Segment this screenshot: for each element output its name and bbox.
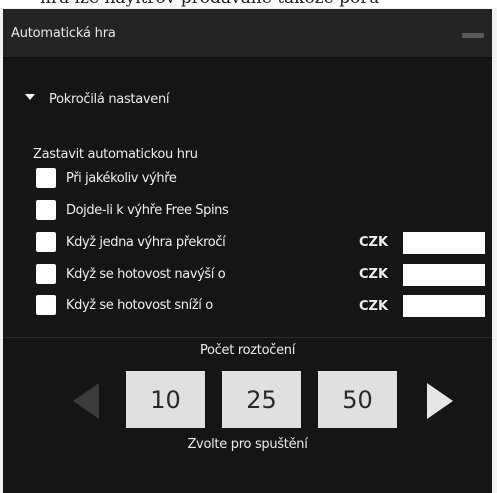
stop-on-free-spins[interactable]: Dojde-li k výhře Free Spins bbox=[36, 199, 229, 221]
panel-header: Automatická hra bbox=[3, 9, 492, 58]
stop-autoplay-title: Zastavit automatickou hru bbox=[33, 147, 198, 162]
checkbox[interactable] bbox=[36, 232, 56, 252]
minus-icon[interactable] bbox=[462, 33, 484, 38]
currency-label: CZK bbox=[359, 267, 389, 282]
balance-increase-amount-field[interactable] bbox=[403, 264, 485, 286]
triangle-down-icon bbox=[25, 94, 35, 100]
condition-label: Při jakékoliv výhře bbox=[66, 170, 177, 186]
stop-on-single-win-exceeds[interactable]: Když jedna výhra překročí bbox=[36, 231, 226, 253]
select-to-start-hint: Zvolte pro spuštění bbox=[187, 437, 308, 452]
checkbox[interactable] bbox=[36, 200, 56, 220]
spin-count-10-button[interactable]: 10 bbox=[126, 371, 205, 428]
background-page-strip: nra lze nayitrov prodavane takoze poru bbox=[0, 0, 497, 8]
currency-label: CZK bbox=[359, 299, 389, 314]
condition-label: Když jedna výhra překročí bbox=[66, 234, 226, 250]
divider bbox=[3, 337, 492, 338]
condition-label: Když se hotovost navýší o bbox=[66, 266, 226, 282]
panel-title: Automatická hra bbox=[11, 26, 116, 41]
spin-count-25-button[interactable]: 25 bbox=[222, 371, 301, 428]
stop-on-balance-decrease[interactable]: Když se hotovost sníží o bbox=[36, 294, 213, 316]
background-page-text: nra lze nayitrov prodavane takoze poru bbox=[40, 0, 379, 8]
stop-on-balance-increase[interactable]: Když se hotovost navýší o bbox=[36, 263, 226, 285]
arrow-left-icon[interactable] bbox=[73, 383, 99, 419]
spin-count-50-button[interactable]: 50 bbox=[318, 371, 397, 428]
stop-on-any-win[interactable]: Při jakékoliv výhře bbox=[36, 167, 177, 189]
checkbox[interactable] bbox=[36, 264, 56, 284]
advanced-settings-label: Pokročilá nastavení bbox=[49, 91, 170, 107]
single-win-amount-field[interactable] bbox=[403, 232, 485, 254]
autoplay-panel: Automatická hra Pokročilá nastavení Zast… bbox=[3, 9, 492, 493]
checkbox[interactable] bbox=[36, 295, 56, 315]
balance-decrease-amount-field[interactable] bbox=[403, 295, 485, 317]
currency-label: CZK bbox=[359, 235, 389, 250]
arrow-right-icon[interactable] bbox=[427, 383, 453, 419]
spin-count-title: Počet roztočení bbox=[199, 343, 296, 358]
condition-label: Dojde-li k výhře Free Spins bbox=[66, 202, 229, 218]
advanced-settings-toggle[interactable]: Pokročilá nastavení bbox=[25, 89, 170, 109]
condition-label: Když se hotovost sníží o bbox=[66, 297, 213, 313]
checkbox[interactable] bbox=[36, 168, 56, 188]
